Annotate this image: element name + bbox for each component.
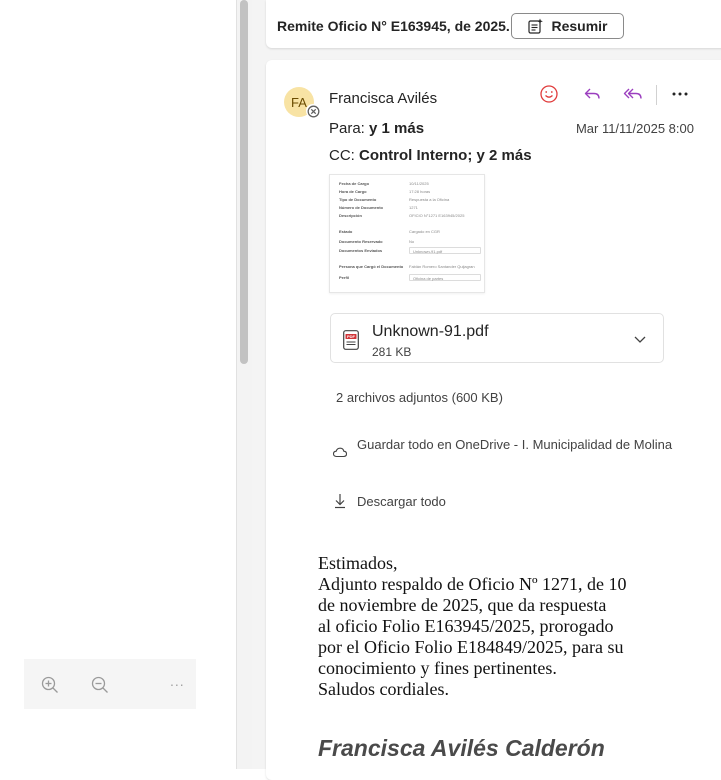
- thumbnail-row-key: Tipo de Documento: [339, 197, 377, 202]
- body-line: conocimiento y fines pertinentes.: [318, 658, 557, 678]
- thumbnail-row-value: OFICIO N°1271 E163945/2025: [409, 213, 465, 218]
- more-horizontal-icon: [672, 92, 688, 96]
- thumbnail-row: Perfil Oficina de partes: [339, 274, 481, 281]
- download-icon: [335, 494, 345, 509]
- thumbnail-row-key: Persona que Cargó el Documento: [339, 264, 404, 269]
- reply-all-button[interactable]: [621, 82, 645, 106]
- thumbnail-row: Descripción OFICIO N°1271 E163945/2025: [339, 213, 475, 219]
- inline-image-thumbnail[interactable]: Fecha de Cargo 10/11/2025 Hora de Cargo 17:…: [329, 174, 485, 293]
- react-button[interactable]: [537, 82, 561, 106]
- thumbnail-row-key: Hora de Cargo: [339, 189, 367, 194]
- thumbnail-row: Hora de Cargo 17:28 horas: [339, 189, 475, 195]
- thumbnail-row-key: Documentos Enviados: [339, 248, 383, 253]
- thumbnail-row: Estado Cargado en CGR: [339, 229, 475, 235]
- thumbnail-row: Documentos Enviados Unknown-91.pdf: [339, 247, 481, 254]
- thumbnail-row: Persona que Cargó el Documento Fabián Rom…: [339, 264, 475, 270]
- thumbnail-row: Número de Documento 1271: [339, 205, 475, 211]
- to-label: Para:: [329, 120, 365, 137]
- message-date: Mar 11/11/2025 8:00: [575, 121, 694, 136]
- thumbnail-row: Documento Reservado No: [339, 239, 475, 245]
- attachment-card[interactable]: PDF Unknown-91.pdf 281 KB: [330, 313, 664, 363]
- thumbnail-row-key: Descripción: [339, 213, 362, 218]
- more-actions-button[interactable]: [668, 82, 692, 106]
- message-actions: [266, 82, 721, 106]
- summarize-icon: [528, 18, 544, 34]
- body-line: Estimados,: [318, 553, 398, 573]
- zoom-in-icon: [41, 676, 58, 693]
- body-line: Saludos cordiales.: [318, 679, 449, 699]
- message-summary: Remite Oficio N° E163945, de 2025.: [277, 18, 510, 34]
- thumbnail-row-key: Documento Reservado: [339, 239, 383, 244]
- cc-label: CC:: [329, 147, 355, 164]
- attachment-size: 281 KB: [372, 345, 412, 359]
- signature: Francisca Avilés Calderón: [318, 735, 605, 761]
- cc-value: Control Interno; y 2 más: [359, 147, 532, 164]
- presence-badge: [306, 104, 320, 118]
- smile-icon: [540, 85, 558, 103]
- thumbnail-row-value: Fabián Romero Santander Quijagran: [409, 264, 475, 269]
- zoom-out-icon: [91, 676, 108, 693]
- thumbnail-row-value: Respuesta a la Oficina: [409, 197, 450, 202]
- to-recipients[interactable]: Para: y 1 más: [329, 120, 424, 137]
- message-card: FA Francisca Avilés Para: y 1 más Mar 11…: [266, 60, 721, 780]
- reply-icon: [584, 88, 600, 99]
- thumbnail-row-key: Estado: [339, 229, 353, 234]
- save-to-onedrive-label: Guardar todo en OneDrive - I. Municipali…: [357, 437, 673, 452]
- thumbnail-row-value: Unknown-91.pdf: [409, 247, 481, 254]
- body-line: por el Oficio Folio E184849/2025, para s…: [318, 637, 624, 657]
- to-value: y 1 más: [369, 120, 425, 137]
- message-body: Estimados, Adjunto respaldo de Oficio Nº …: [318, 553, 721, 700]
- thumbnail-row-value: Cargado en CGR: [409, 229, 440, 234]
- thumbnail-row: Tipo de Documento Respuesta a la Oficina: [339, 197, 475, 203]
- body-line: de noviembre de 2025, que da respuesta: [318, 595, 607, 615]
- actions-divider: [656, 85, 657, 105]
- thumbnail-row-key: Perfil: [339, 275, 350, 280]
- attachments-summary: 2 archivos adjuntos (600 KB): [336, 390, 503, 405]
- presence-offline-icon: [307, 105, 319, 117]
- summarize-label: Resumir: [551, 18, 608, 34]
- thumbnail-row-value: 1271: [409, 205, 418, 210]
- download-all-label: Descargar todo: [357, 494, 446, 509]
- zoom-toolbar: ...: [24, 659, 196, 709]
- svg-text:PDF: PDF: [347, 334, 356, 339]
- left-pane: ...: [0, 0, 236, 769]
- thumbnail-row-value: Oficina de partes: [409, 274, 481, 281]
- zoom-in-button[interactable]: [39, 674, 61, 696]
- thumbnail-row: Fecha de Cargo 10/11/2025: [339, 181, 475, 187]
- body-line: al oficio Folio E163945/2025, prorogado: [318, 616, 614, 636]
- chevron-down-icon[interactable]: [633, 332, 647, 346]
- body-line: Adjunto respaldo de Oficio Nº 1271, de 1…: [318, 574, 627, 594]
- summarize-button[interactable]: Resumir: [511, 13, 624, 39]
- cloud-icon: [332, 447, 348, 458]
- reply-all-icon: [623, 88, 642, 99]
- thumbnail-row-value: No: [409, 239, 415, 244]
- reply-button[interactable]: [580, 82, 604, 106]
- attachment-name: Unknown-91.pdf: [372, 323, 489, 340]
- scrollbar-thumb[interactable]: [240, 0, 248, 364]
- previous-message-card[interactable]: Remite Oficio N° E163945, de 2025. Resum…: [266, 0, 721, 48]
- cc-recipients[interactable]: CC: Control Interno; y 2 más: [329, 147, 532, 164]
- thumbnail-row-key: Número de Documento: [339, 205, 384, 210]
- thumbnail-row-key: Fecha de Cargo: [339, 181, 370, 186]
- zoom-out-button[interactable]: [89, 674, 111, 696]
- thumbnail-row-value: 17:28 horas: [409, 189, 431, 194]
- pdf-file-icon: PDF: [343, 330, 359, 350]
- zoom-more-button[interactable]: ...: [170, 673, 185, 689]
- thumbnail-row-value: 10/11/2025: [409, 181, 429, 186]
